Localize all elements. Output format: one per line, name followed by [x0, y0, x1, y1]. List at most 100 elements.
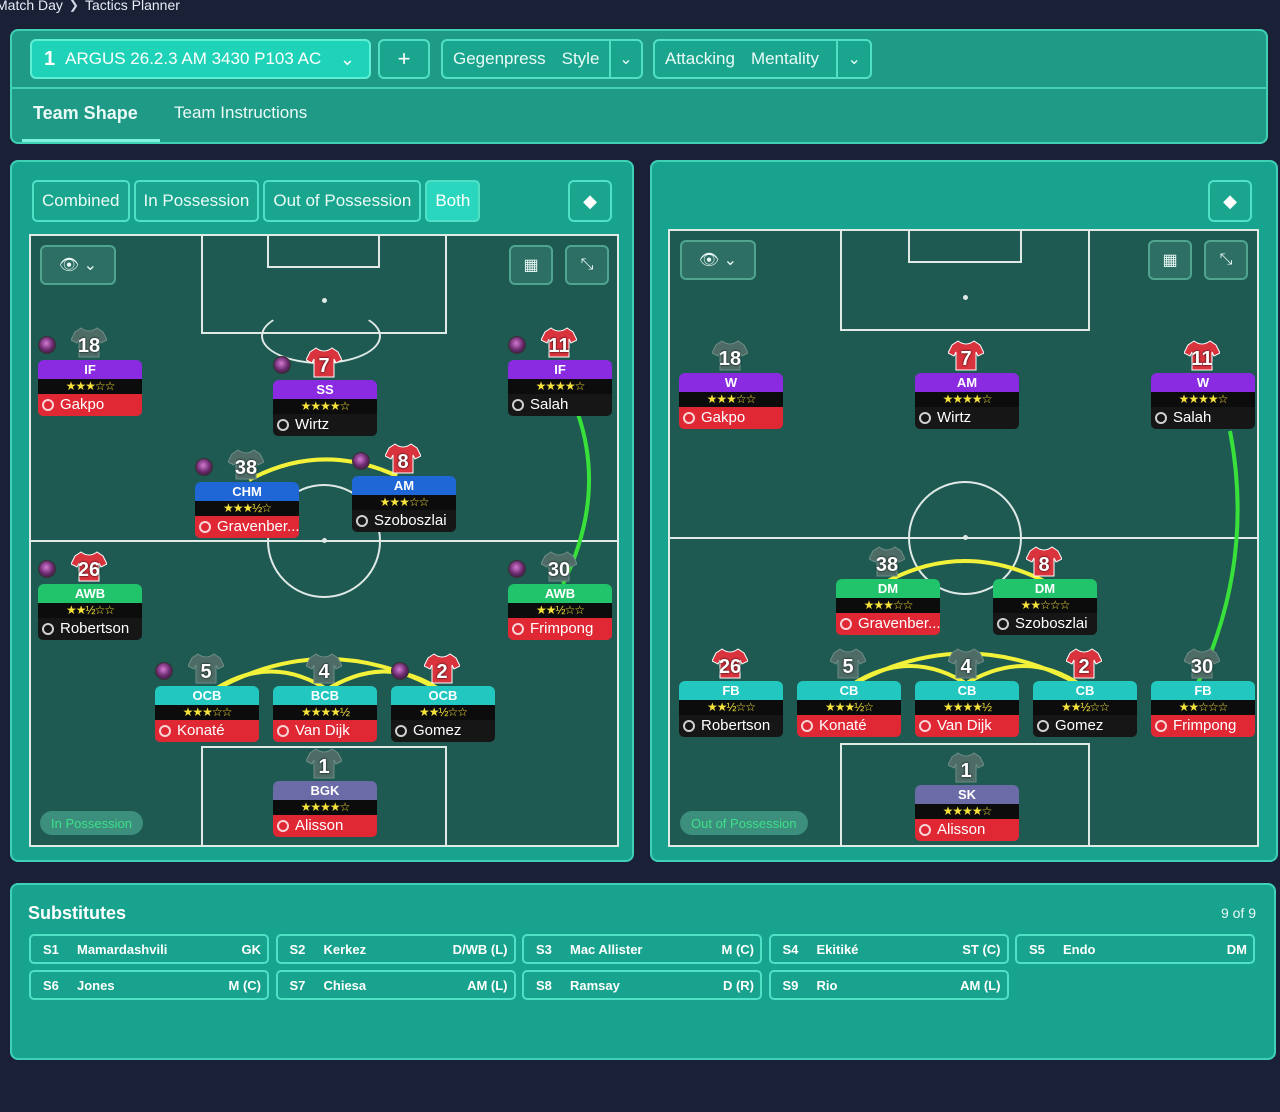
player-card[interactable]: 18 IF ★★★☆☆ Gakpo [38, 327, 142, 416]
player-card[interactable]: 5 CB ★★★½☆ Konaté [797, 648, 901, 737]
sub-position: AM (L) [960, 977, 1001, 993]
substitute-item[interactable]: S8 Ramsay D (R) [522, 970, 762, 1000]
sub-slot: S3 [536, 941, 552, 957]
substitute-item[interactable]: S7 Chiesa AM (L) [275, 970, 516, 1000]
goal-area-top [267, 236, 380, 268]
player-card[interactable]: 18 W ★★★☆☆ Gakpo [679, 340, 783, 429]
person-icon [199, 521, 211, 533]
person-icon [997, 618, 1009, 630]
tactic-selector[interactable]: 1 ARGUS 26.2.3 AM 3430 P103 AC ⌄ [30, 39, 371, 79]
player-role: W [1151, 373, 1255, 392]
player-name: Gakpo [60, 396, 105, 413]
player-role: IF [508, 360, 612, 379]
active-tab-indicator [22, 139, 160, 142]
player-role: W [679, 373, 783, 392]
tab-team-shape[interactable]: Team Shape [33, 103, 138, 124]
player-name: Szoboszlai [1015, 615, 1088, 632]
grid-icon[interactable]: ▦ [509, 245, 553, 285]
grid-icon[interactable]: ▦ [1148, 240, 1192, 280]
substitute-item[interactable]: S2 Kerkez D/WB (L) [275, 934, 516, 964]
player-card[interactable]: 11 IF ★★★★☆ Salah [508, 327, 612, 416]
player-name: Gravenber... [858, 615, 940, 632]
breadcrumb-parent[interactable]: Match Day [0, 0, 63, 13]
visibility-dropdown[interactable]: 👁 ⌄ [680, 240, 756, 280]
person-icon [1037, 720, 1049, 732]
diamond-icon[interactable]: ◆ [568, 180, 612, 222]
sub-position: AM (L) [467, 977, 508, 993]
substitute-item[interactable]: S1 Mamardashvili GK [29, 934, 269, 964]
link-salah-frimpong [1196, 430, 1240, 684]
view-tab-in-possession[interactable]: In Possession [133, 180, 260, 222]
player-name: Robertson [60, 620, 130, 637]
player-role: CB [797, 681, 901, 700]
player-role: DM [993, 579, 1097, 598]
player-card[interactable]: 11 W ★★★★☆ Salah [1151, 340, 1255, 429]
diamond-icon[interactable]: ◆ [1208, 180, 1252, 222]
mentality-label: Mentality [750, 49, 819, 68]
player-role: FB [679, 681, 783, 700]
substitute-item[interactable]: S9 Rio AM (L) [768, 970, 1009, 1000]
visibility-dropdown[interactable]: 👁 ⌄ [40, 245, 116, 285]
player-card[interactable]: 7 AM ★★★★☆ Wirtz [915, 340, 1019, 429]
player-name-bar: Robertson [38, 618, 142, 640]
role-orb-icon [391, 662, 409, 680]
player-card[interactable]: 5 OCB ★★★☆☆ Konaté [155, 653, 259, 742]
player-card[interactable]: 1 BGK ★★★★☆ Alisson [273, 748, 377, 837]
person-icon [840, 618, 852, 630]
sub-slot: S4 [782, 941, 799, 957]
mentality-dropdown[interactable]: Attacking Mentality ⌄ [653, 39, 872, 79]
add-tactic-button[interactable]: + [378, 39, 430, 79]
sub-slot: S1 [43, 941, 59, 957]
player-card[interactable]: 1 SK ★★★★☆ Alisson [915, 752, 1019, 841]
shirt-number: 4 [318, 661, 330, 683]
role-rating-stars: ★★★★☆ [273, 399, 377, 414]
substitute-item[interactable]: S6 Jones M (C) [29, 970, 269, 1000]
shirt-number: 11 [548, 335, 570, 357]
substitute-item[interactable]: S5 Endo DM [1015, 934, 1255, 964]
player-card[interactable]: 2 CB ★★½☆☆ Gomez [1033, 648, 1137, 737]
role-rating-stars: ★★½☆☆ [38, 603, 142, 618]
tab-team-instructions[interactable]: Team Instructions [174, 103, 307, 123]
player-name-bar: Van Dijk [273, 720, 377, 742]
substitute-item[interactable]: S3 Mac Allister M (C) [522, 934, 762, 964]
chevron-down-icon[interactable]: ⌄ [611, 49, 641, 69]
role-rating-stars: ★★★☆☆ [352, 495, 456, 510]
substitute-item[interactable]: S4 Ekitiké ST (C) [768, 934, 1009, 964]
player-name-bar: Frimpong [1151, 715, 1255, 737]
penalty-spot-top [322, 298, 327, 303]
role-orb-icon [352, 452, 370, 470]
role-rating-stars: ★★★★½ [273, 705, 377, 720]
player-card[interactable]: 8 DM ★★☆☆☆ Szoboszlai [993, 546, 1097, 635]
player-card[interactable]: 4 BCB ★★★★½ Van Dijk [273, 653, 377, 742]
player-card[interactable]: 26 FB ★★½☆☆ Robertson [679, 648, 783, 737]
view-tab-out-of-possession[interactable]: Out of Possession [263, 180, 422, 222]
player-card[interactable]: 38 DM ★★★☆☆ Gravenber... [836, 546, 940, 635]
player-card[interactable]: 26 AWB ★★½☆☆ Robertson [38, 551, 142, 640]
role-rating-stars: ★★★★☆ [915, 804, 1019, 819]
player-card[interactable]: 30 FB ★★☆☆☆ Frimpong [1151, 648, 1255, 737]
shirt-number: 2 [1078, 656, 1090, 678]
shirt-number: 7 [318, 355, 330, 377]
style-dropdown[interactable]: Gegenpress Style ⌄ [441, 39, 643, 79]
player-card[interactable]: 7 SS ★★★★☆ Wirtz [273, 347, 377, 436]
player-card[interactable]: 8 AM ★★★☆☆ Szoboszlai [352, 443, 456, 532]
player-card[interactable]: 30 AWB ★★½☆☆ Frimpong [508, 551, 612, 640]
player-card[interactable]: 4 CB ★★★★½ Van Dijk [915, 648, 1019, 737]
player-card[interactable]: 38 CHM ★★★½☆ Gravenber... [195, 449, 299, 538]
expand-icon[interactable]: ⤡ [565, 245, 609, 285]
player-name-bar: Gomez [391, 720, 495, 742]
tactic-number: 1 [44, 47, 56, 70]
player-card[interactable]: 2 OCB ★★½☆☆ Gomez [391, 653, 495, 742]
player-role: AM [352, 476, 456, 495]
person-icon [395, 725, 407, 737]
chevron-down-icon[interactable]: ⌄ [838, 49, 870, 69]
player-name: Salah [530, 396, 569, 413]
shirt-number: 18 [718, 348, 742, 370]
player-name-bar: Van Dijk [915, 715, 1019, 737]
player-name-bar: Frimpong [508, 618, 612, 640]
person-icon [1155, 720, 1167, 732]
view-tab-both[interactable]: Both [425, 180, 481, 222]
expand-icon[interactable]: ⤡ [1204, 240, 1248, 280]
view-tab-combined[interactable]: Combined [32, 180, 130, 222]
role-orb-icon [508, 560, 526, 578]
